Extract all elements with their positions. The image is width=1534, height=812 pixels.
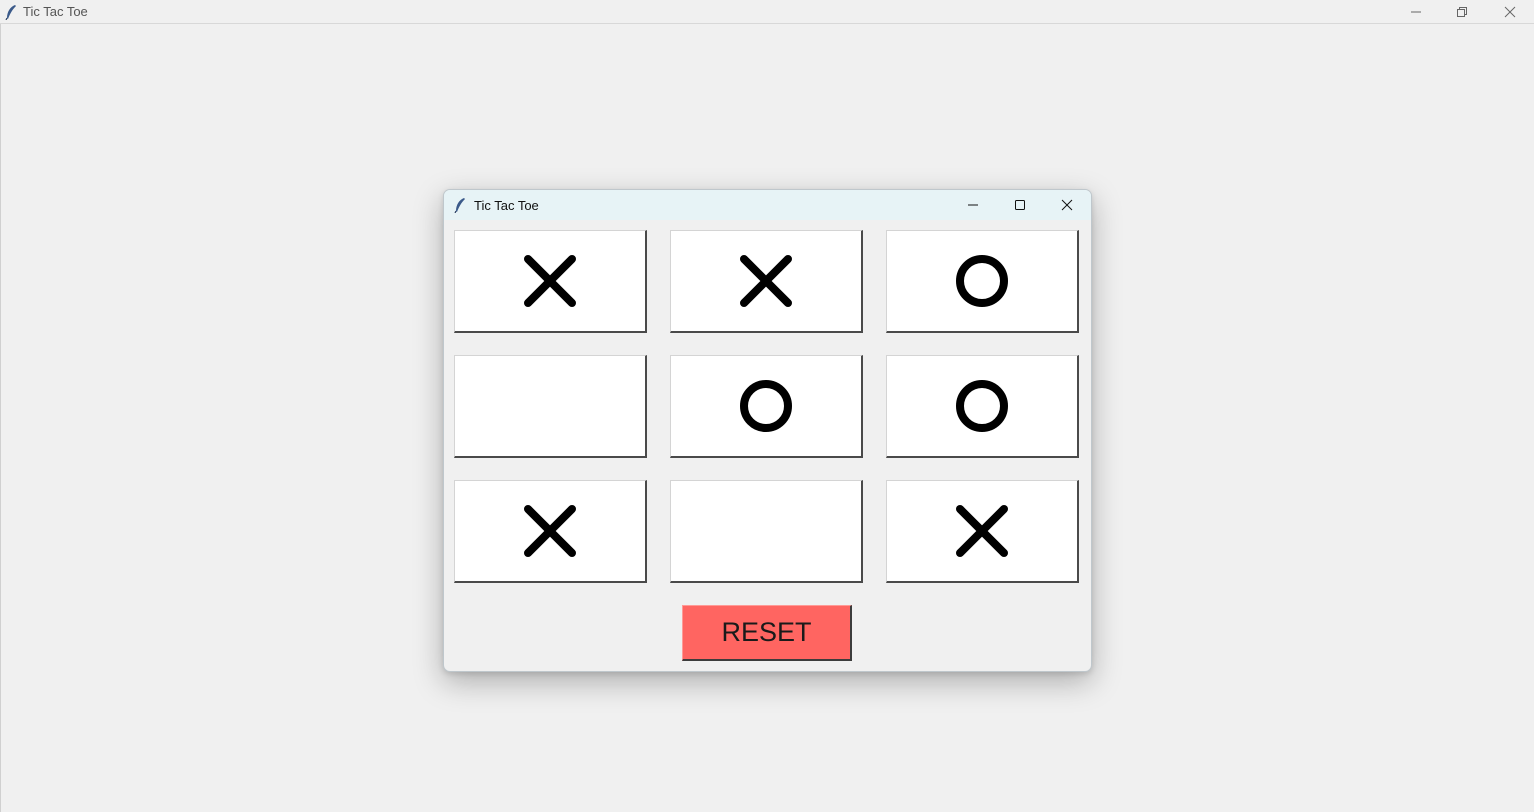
- x-mark-icon: [524, 255, 576, 307]
- x-mark-icon: [524, 505, 576, 557]
- close-icon: [1061, 199, 1073, 211]
- feather-app-icon: [454, 198, 465, 213]
- main-window-titlebar[interactable]: Tic Tac Toe: [0, 0, 1534, 24]
- minimize-icon: [968, 204, 978, 206]
- x-mark-icon: [956, 505, 1008, 557]
- dialog-close-button[interactable]: [1044, 190, 1090, 220]
- o-mark-icon: [956, 380, 1008, 432]
- board-cell-r2-c3[interactable]: [886, 355, 1079, 458]
- minimize-icon: [1411, 11, 1421, 12]
- board-cell-r1-c3[interactable]: [886, 230, 1079, 333]
- dialog-titlebar[interactable]: Tic Tac Toe: [444, 190, 1091, 220]
- feather-app-icon: [5, 4, 16, 20]
- minimize-button[interactable]: [1393, 0, 1439, 23]
- main-window-title: Tic Tac Toe: [23, 4, 88, 19]
- dialog-minimize-button[interactable]: [950, 190, 996, 220]
- board-cell-r3-c2[interactable]: [670, 480, 863, 583]
- x-mark-icon: [740, 255, 792, 307]
- dialog-maximize-button[interactable]: [997, 190, 1043, 220]
- reset-button[interactable]: RESET: [682, 605, 852, 661]
- board-cell-r2-c2[interactable]: [670, 355, 863, 458]
- close-button[interactable]: [1487, 0, 1533, 23]
- tic-tac-toe-dialog: Tic Tac Toe RESET: [443, 189, 1092, 672]
- dialog-title: Tic Tac Toe: [474, 197, 539, 213]
- restore-button[interactable]: [1439, 0, 1485, 23]
- board-cell-r3-c3[interactable]: [886, 480, 1079, 583]
- o-mark-icon: [956, 255, 1008, 307]
- board-cell-r1-c2[interactable]: [670, 230, 863, 333]
- main-window-border: [0, 24, 1, 812]
- close-icon: [1504, 6, 1516, 17]
- board-cell-r1-c1[interactable]: [454, 230, 647, 333]
- board-cell-r3-c1[interactable]: [454, 480, 647, 583]
- restore-icon: [1457, 6, 1467, 17]
- maximize-icon: [1015, 200, 1025, 210]
- board-cell-r2-c1[interactable]: [454, 355, 647, 458]
- o-mark-icon: [740, 380, 792, 432]
